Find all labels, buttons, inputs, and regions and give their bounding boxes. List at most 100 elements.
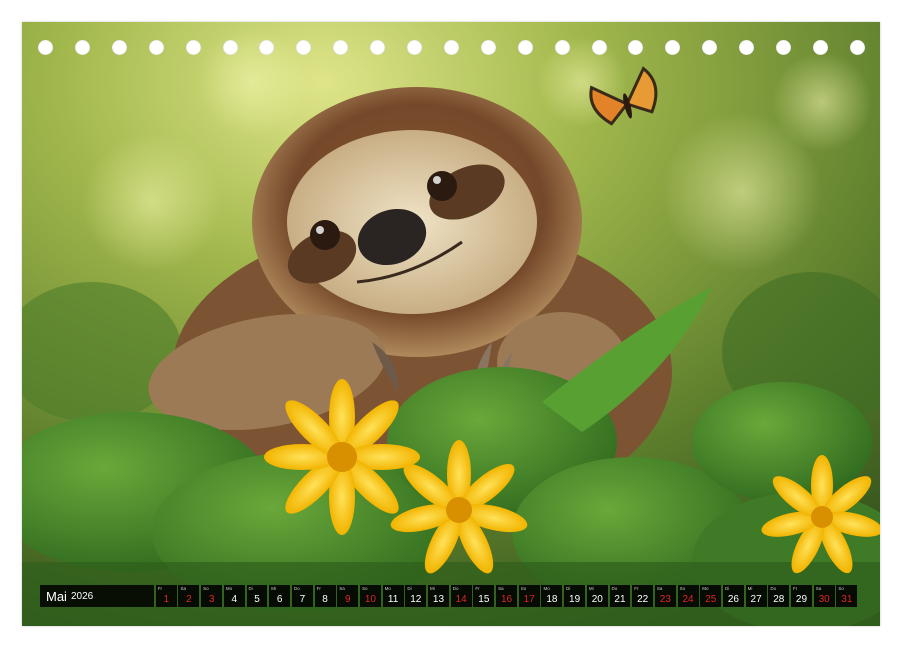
weekday-abbr: Mo: [384, 586, 391, 591]
day-number: 2: [186, 594, 192, 605]
day-number: 15: [478, 594, 490, 605]
weekday-abbr: So: [838, 586, 844, 591]
weekday-abbr: Mi: [747, 586, 753, 591]
day-cell: Do 14: [450, 585, 472, 607]
weekday-abbr: Mi: [271, 586, 276, 591]
day-number: 10: [364, 594, 376, 605]
day-number: 30: [818, 594, 830, 605]
day-cell: So 24: [677, 585, 699, 607]
weekday-abbr: Sa: [180, 586, 186, 591]
day-number: 26: [727, 594, 739, 605]
day-number: 23: [659, 594, 671, 605]
day-cell: Mi 27: [745, 585, 767, 607]
day-cell: Sa 23: [654, 585, 676, 607]
weekday-abbr: Mo: [702, 586, 709, 591]
day-cell: Fr 1: [155, 585, 177, 607]
day-number: 14: [455, 594, 467, 605]
day-cell: Mo 11: [382, 585, 404, 607]
weekday-abbr: So: [203, 586, 209, 591]
day-cell: Mi 20: [586, 585, 608, 607]
day-cell: Do 21: [609, 585, 631, 607]
day-number: 21: [614, 594, 626, 605]
day-cell: So 31: [836, 585, 858, 607]
day-cell: Do 28: [768, 585, 790, 607]
weekday-abbr: Do: [770, 586, 777, 591]
day-number: 1: [163, 594, 170, 605]
weekday-abbr: Fr: [634, 586, 639, 591]
weekday-abbr: Mo: [225, 586, 233, 591]
day-cell: Mi 6: [269, 585, 291, 607]
day-number: 27: [750, 594, 762, 605]
day-number: 13: [432, 594, 445, 605]
day-cells: Fr 1 Sa 2 So 3 Mo 4 Di 5 Mi 6 Do 7 Fr 8 Sa 9 So 10 Mo 11 Di 12 M…: [154, 585, 863, 607]
day-number: 17: [523, 594, 535, 605]
day-number: 3: [208, 594, 215, 605]
day-number: 20: [591, 594, 603, 605]
day-number: 19: [569, 594, 581, 605]
weekday-abbr: Do: [611, 586, 618, 591]
weekday-abbr: Mi: [588, 586, 594, 591]
day-number: 29: [795, 594, 808, 605]
weekday-abbr: Mi: [430, 586, 435, 591]
day-cell: Fr 22: [632, 585, 654, 607]
day-cell: Mo 4: [223, 585, 245, 607]
day-cell: Mo 18: [541, 585, 563, 607]
day-cell: Di 19: [564, 585, 586, 607]
day-number: 6: [276, 594, 283, 605]
day-number: 28: [773, 594, 785, 605]
day-cell: So 10: [359, 585, 381, 607]
day-number: 12: [410, 594, 422, 605]
weekday-abbr: Fr: [793, 586, 798, 591]
weekday-abbr: So: [361, 586, 368, 591]
weekday-abbr: Do: [293, 586, 300, 591]
day-cell: Sa 30: [813, 585, 835, 607]
weekday-abbr: Do: [452, 586, 459, 591]
sloth-photo: [22, 22, 880, 626]
day-cell: Fr 15: [473, 585, 495, 607]
day-number: 7: [299, 594, 306, 605]
weekday-abbr: Fr: [316, 586, 321, 591]
day-cell: Sa 2: [178, 585, 200, 607]
day-number: 11: [387, 594, 399, 605]
weekday-abbr: So: [679, 586, 686, 591]
month-name: Mai: [46, 588, 67, 604]
day-cell: Mi 13: [428, 585, 449, 607]
day-number: 5: [254, 594, 260, 605]
weekday-abbr: Mo: [543, 586, 550, 591]
day-cell: Di 26: [722, 585, 744, 607]
day-number: 4: [231, 594, 238, 605]
day-cell: Fr 29: [791, 585, 812, 607]
day-cell: So 17: [518, 585, 540, 607]
weekday-abbr: Sa: [339, 586, 345, 591]
day-cell: Di 5: [246, 585, 268, 607]
weekday-abbr: Di: [724, 586, 730, 591]
day-cell: Do 7: [291, 585, 313, 607]
day-number: 22: [637, 594, 649, 605]
day-number: 31: [841, 594, 853, 605]
weekday-abbr: Di: [566, 586, 571, 591]
day-cell: Di 12: [405, 585, 427, 607]
day-cell: So 3: [201, 585, 223, 607]
weekday-abbr: Di: [407, 586, 412, 591]
month-label: Mai 2026: [40, 585, 154, 607]
day-number: 9: [344, 594, 351, 605]
weekday-abbr: Fr: [475, 586, 480, 591]
weekday-abbr: Fr: [157, 586, 163, 591]
day-cell: Sa 9: [337, 585, 359, 607]
month-year: 2026: [70, 590, 94, 602]
day-cell: Sa 16: [496, 585, 517, 607]
weekday-abbr: Di: [248, 586, 253, 591]
day-number: 24: [682, 594, 694, 605]
day-cell: Fr 8: [314, 585, 336, 607]
weekday-abbr: Sa: [656, 586, 663, 591]
weekday-abbr: Sa: [815, 586, 822, 591]
weekday-abbr: So: [520, 586, 527, 591]
day-number: 25: [705, 594, 717, 605]
day-number: 18: [546, 594, 558, 605]
calendar-strip: Mai 2026 Fr 1 Sa 2 So 3 Mo 4 Di 5 Mi 6 Do 7 Fr 8 Sa 9 So 10…: [40, 585, 863, 607]
weekday-abbr: Sa: [498, 586, 504, 591]
day-number: 16: [500, 594, 513, 605]
calendar-page: Mai 2026 Fr 1 Sa 2 So 3 Mo 4 Di 5 Mi 6 Do 7 Fr 8 Sa 9 So 10…: [22, 22, 880, 626]
day-cell: Mo 25: [700, 585, 722, 607]
day-number: 8: [322, 594, 328, 605]
